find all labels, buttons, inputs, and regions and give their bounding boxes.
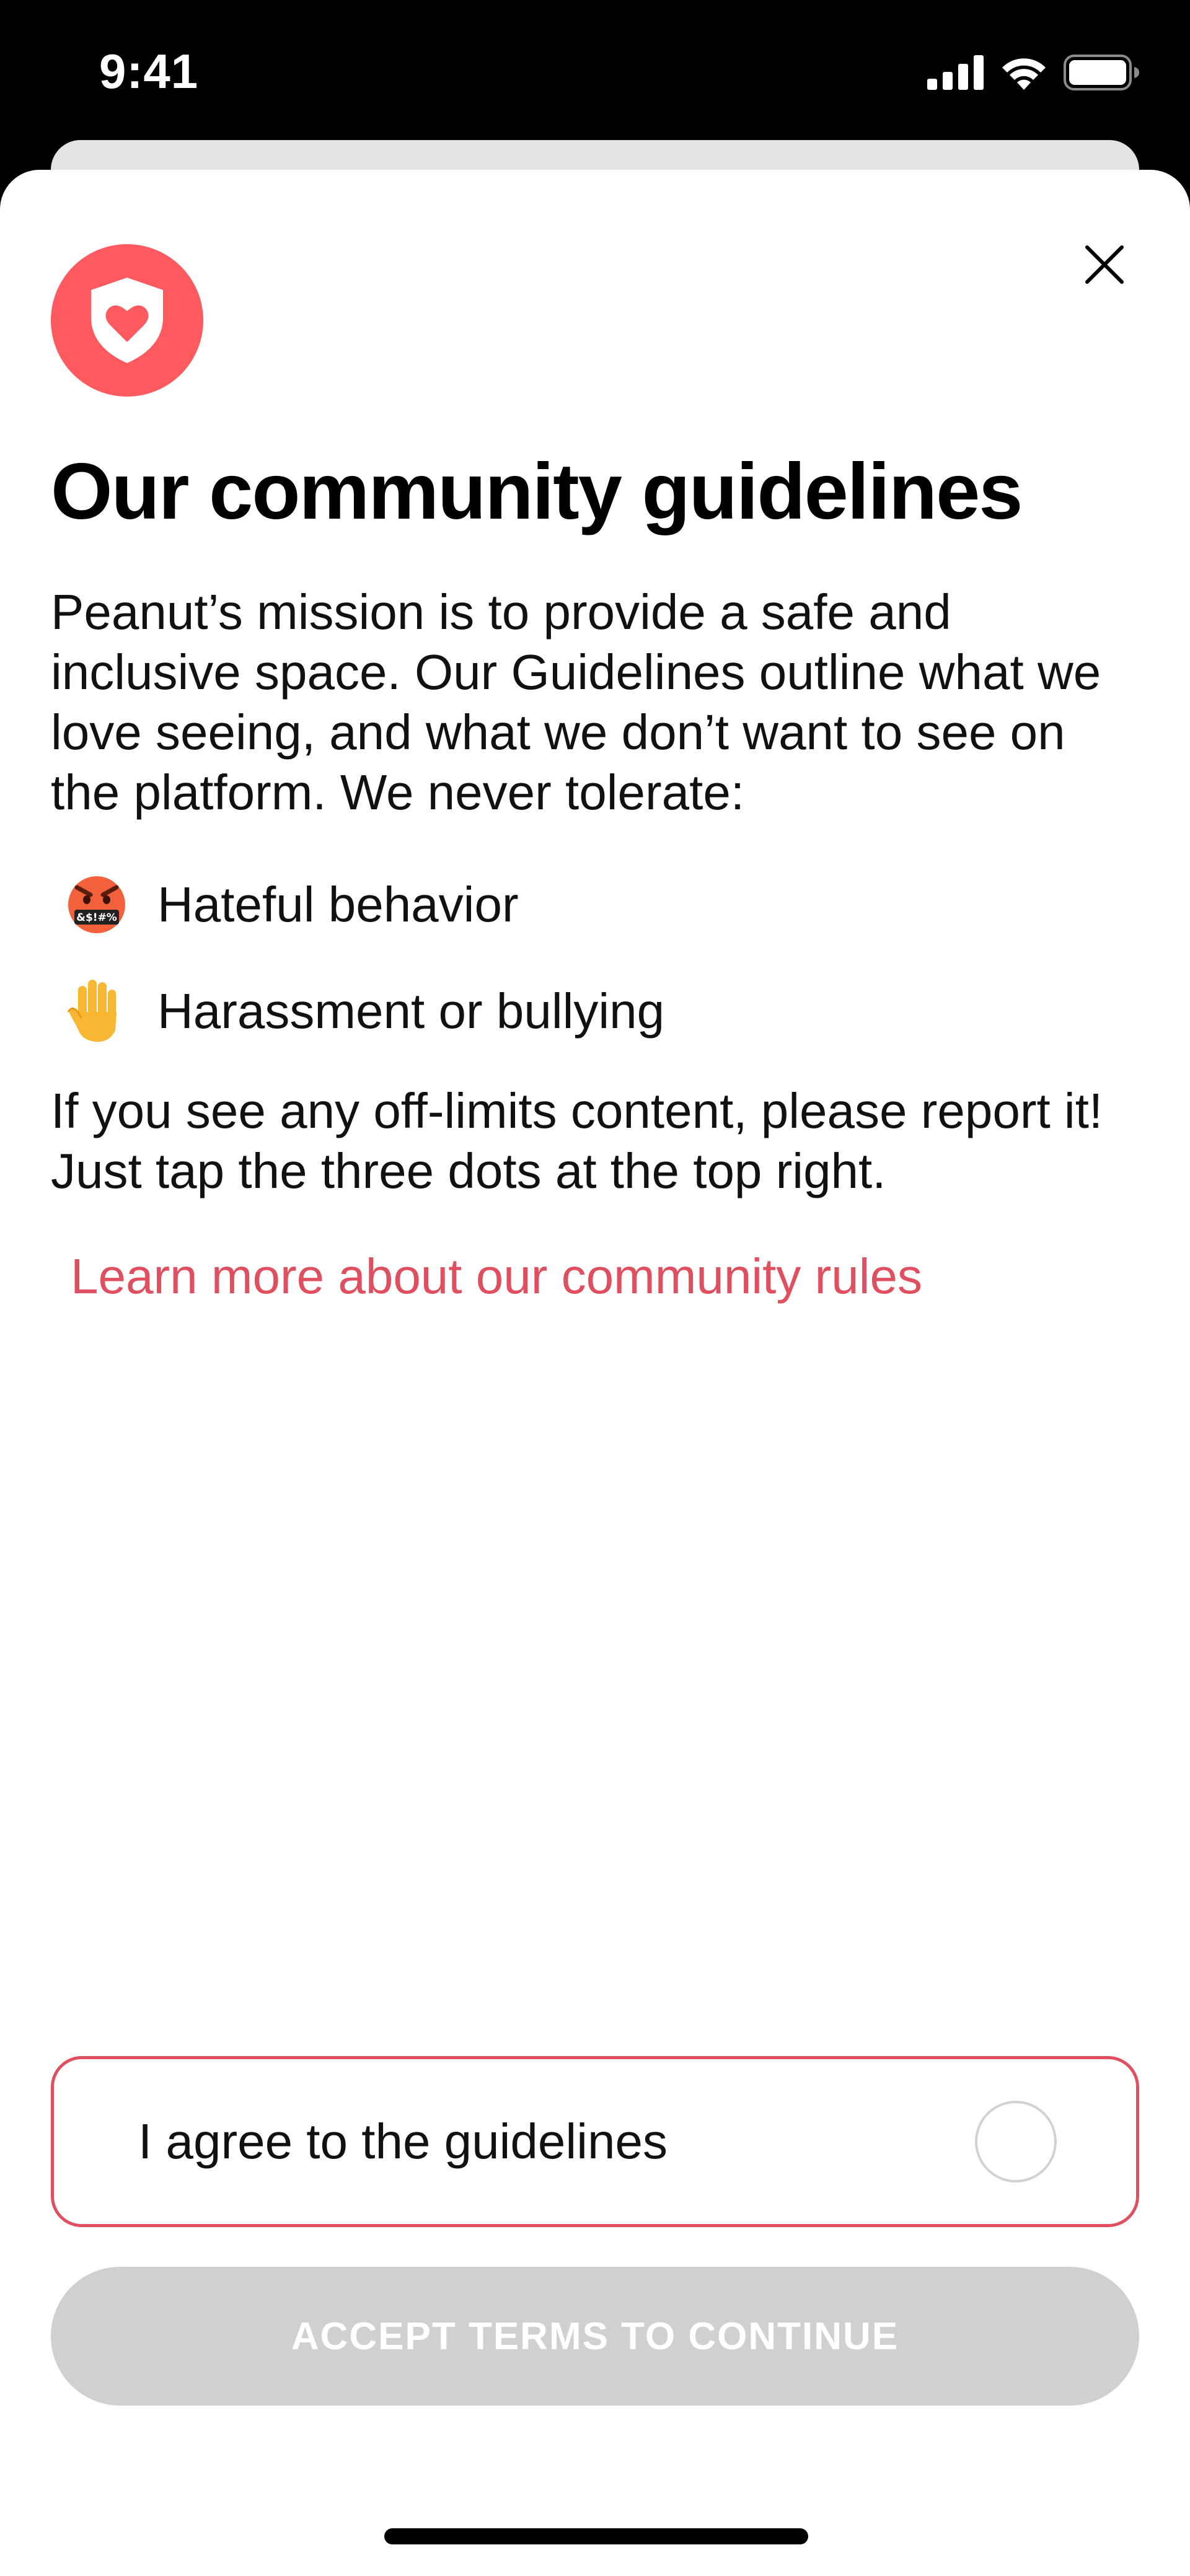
battery-icon [1064,55,1139,90]
rule-item-harassment: Harassment or bullying [51,958,1142,1065]
agree-checkbox[interactable] [975,2101,1057,2183]
rule-label: Harassment or bullying [157,983,665,1039]
status-time: 9:41 [99,44,199,99]
intro-text: Peanut’s mission is to provide a safe an… [51,584,1101,820]
learn-more-link[interactable]: Learn more about our community rules [71,1248,922,1305]
guidelines-sheet: Our community guidelines Peanut’s missio… [0,170,1190,2576]
report-instructions: If you see any off-limits content, pleas… [51,1083,1103,1198]
wifi-icon [1002,58,1046,90]
angry-face-with-symbols-emoji: &$!#% [51,874,157,936]
close-icon [1085,245,1124,284]
rule-item-hateful-behavior: &$!#% Hateful behavior [51,851,1142,958]
shield-heart-logo [51,244,203,397]
agree-checkbox-row[interactable]: I agree to the guidelines [51,2056,1139,2227]
rule-list: &$!#% Hateful behavior Harassment or bul… [51,851,1142,1065]
cellular-signal-icon [927,55,984,90]
shield-heart-icon [91,278,163,363]
home-indicator [384,2528,808,2544]
rule-label: Hateful behavior [157,877,519,932]
status-bar: 9:41 [0,0,1190,143]
phone-screen: 9:41 Our community guidelines Peanut’s m… [0,0,1190,2576]
raised-hand-emoji [51,977,157,1045]
page-title: Our community guidelines [51,447,1023,536]
accept-terms-button[interactable]: ACCEPT TERMS TO CONTINUE [51,2267,1139,2406]
close-button[interactable] [1075,235,1134,294]
status-icons [927,51,1140,94]
svg-text:&$!#%: &$!#% [76,912,117,924]
agree-label: I agree to the guidelines [138,2114,668,2169]
